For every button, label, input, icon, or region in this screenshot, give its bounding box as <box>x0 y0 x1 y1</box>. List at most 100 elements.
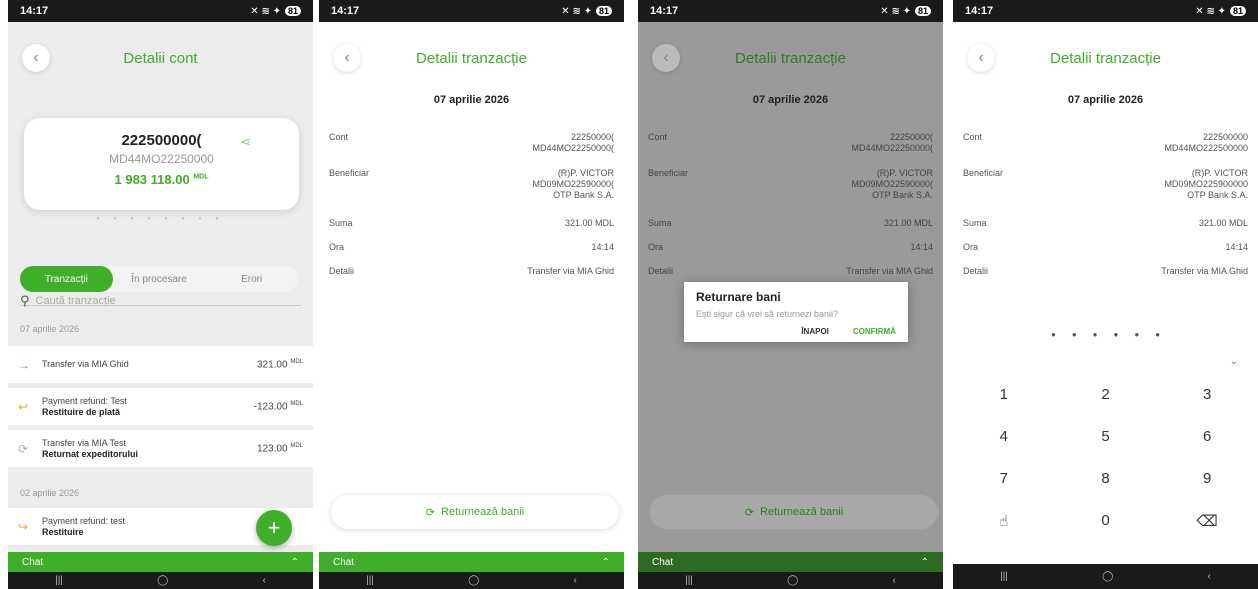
chat-label: Chat <box>333 556 355 568</box>
confirm-dialog: Returnare bani Ești sigur că vrei să ret… <box>684 282 908 342</box>
back-nav-icon[interactable]: ‹ <box>263 575 266 586</box>
page-title: Detalii cont <box>123 49 198 67</box>
screen-return-dialog: 14:17 ✕ ≋ ✦ 81 ‹ Detalii tranzacție 07 ap… <box>638 0 943 589</box>
dialog-title: Returnare bani <box>696 290 781 304</box>
detail-row-amount: Suma 321.00 MDL <box>648 218 933 228</box>
key-3[interactable]: 3 <box>1167 386 1247 403</box>
keypad-row: 4 5 6 <box>953 428 1258 445</box>
share-icon[interactable]: ⋖ <box>240 134 251 150</box>
key-8[interactable]: 8 <box>1065 470 1145 487</box>
status-bar: 14:17 ✕ ≋ ✦ 81 <box>638 0 943 22</box>
header: ‹ Detalii tranzacție <box>319 40 624 76</box>
detail-row-details: Detalii Transfer via MIA Ghid <box>963 266 1248 276</box>
dialog-confirm-button[interactable]: CONFIRMĂ <box>853 327 896 336</box>
tx-title: Payment refund: Test <box>42 395 127 406</box>
key-9[interactable]: 9 <box>1167 470 1247 487</box>
battery-icon: 81 <box>595 6 612 16</box>
recent-apps-icon[interactable]: ||| <box>366 575 374 586</box>
key-0[interactable]: 0 <box>1065 512 1145 530</box>
detail-row-amount: Suma 321.00 MDL <box>329 218 614 228</box>
keypad-row: ☝ 0 ⌫ <box>953 512 1258 530</box>
chat-bar[interactable]: Chat ⌃ <box>319 552 624 572</box>
header: ‹ Detalii cont <box>8 40 313 76</box>
backspace-icon[interactable]: ⌫ <box>1167 512 1247 530</box>
detail-row-account: Cont 22250000(MD44MO22250000( <box>329 132 614 153</box>
key-7[interactable]: 7 <box>964 470 1044 487</box>
key-5[interactable]: 5 <box>1065 428 1145 445</box>
tx-subtitle: Restituire <box>42 526 84 537</box>
chevron-up-icon: ⌃ <box>920 556 929 568</box>
chat-bar[interactable]: Chat ⌃ <box>638 552 943 572</box>
page-title: Detalii tranzacție <box>735 49 846 67</box>
keypad-row: 1 2 3 <box>953 386 1258 403</box>
search-bar[interactable]: ⚲ Caută tranzacție <box>20 278 301 308</box>
recent-apps-icon[interactable]: ||| <box>55 575 63 586</box>
recent-apps-icon[interactable]: ||| <box>685 575 693 586</box>
battery-icon: 81 <box>284 6 301 16</box>
transaction-row[interactable]: ⟳ Transfer via MIA Test Returnat expedito… <box>8 430 313 468</box>
header: ‹ Detalii tranzacție <box>638 40 943 76</box>
key-2[interactable]: 2 <box>1065 386 1145 403</box>
status-time: 14:17 <box>965 5 994 17</box>
status-bar: 14:17 ✕ ≋ ✦ 81 <box>319 0 624 22</box>
screen-account-details: 14:17 ✕ ≋ ✦ 81 ‹ Detalii cont 222500000( … <box>8 0 313 589</box>
key-6[interactable]: 6 <box>1167 428 1247 445</box>
back-button[interactable]: ‹ <box>333 44 361 72</box>
status-time: 14:17 <box>650 5 679 17</box>
back-nav-icon[interactable]: ‹ <box>1208 571 1211 582</box>
key-4[interactable]: 4 <box>964 428 1044 445</box>
home-icon[interactable]: ◯ <box>157 575 168 586</box>
back-nav-icon[interactable]: ‹ <box>893 575 896 586</box>
detail-row-amount: Suma 321.00 MDL <box>963 218 1248 228</box>
header: ‹ Detalii tranzacție <box>953 40 1258 76</box>
status-bar: 14:17 ✕ ≋ ✦ 81 <box>8 0 313 22</box>
search-icon: ⚲ <box>20 292 30 308</box>
transaction-row[interactable]: ↩ Payment refund: Test Restituire de plat… <box>8 388 313 426</box>
search-input[interactable]: Caută tranzacție <box>36 295 116 307</box>
tx-subtitle: Restituire de plată <box>42 406 121 417</box>
battery-icon: 81 <box>914 6 931 16</box>
tx-amount: -123.00 MDL <box>253 400 303 413</box>
refresh-icon: ⟳ <box>425 506 436 519</box>
key-1[interactable]: 1 <box>964 386 1044 403</box>
chevron-down-icon[interactable]: ⌄ <box>1230 356 1238 367</box>
signal-icon: ✕ ≋ ✦ <box>880 5 911 17</box>
transaction-date: 07 aprilie 2026 <box>752 94 829 106</box>
back-button[interactable]: ‹ <box>967 44 995 72</box>
return-money-button[interactable]: ⟳ Returnează banii <box>331 495 619 529</box>
fingerprint-icon[interactable]: ☝ <box>964 512 1044 530</box>
back-button[interactable]: ‹ <box>22 44 50 72</box>
tx-amount: 321.00 MDL <box>256 358 303 371</box>
back-button[interactable]: ‹ <box>652 44 680 72</box>
chevron-up-icon: ⌃ <box>601 556 610 568</box>
detail-row-details: Detalii Transfer via MIA Ghid <box>648 266 933 276</box>
home-icon[interactable]: ◯ <box>1102 571 1113 582</box>
transaction-date: 07 aprilie 2026 <box>433 94 510 106</box>
home-icon[interactable]: ◯ <box>787 575 798 586</box>
refund-icon: ↩ <box>18 399 29 414</box>
detail-row-account: Cont 222500000 MD44MO222500000 <box>963 132 1248 153</box>
home-icon[interactable]: ◯ <box>468 575 479 586</box>
detail-row-account: Cont 22250000(MD44MO22250000( <box>648 132 933 153</box>
add-button[interactable]: + <box>256 510 292 546</box>
chevron-up-icon: ⌃ <box>290 556 299 568</box>
transaction-row[interactable]: → Transfer via MIA Ghid 321.00 MDL <box>8 346 313 384</box>
page-title: Detalii tranzacție <box>1050 49 1161 67</box>
account-card[interactable]: 222500000( MD44MO22250000 1 983 118.00 M… <box>24 118 299 210</box>
arrow-right-icon: → <box>18 357 30 372</box>
refresh-icon: ⟳ <box>18 441 29 456</box>
detail-row-time: Ora 14:14 <box>329 242 614 252</box>
chat-bar[interactable]: Chat ⌃ <box>8 552 313 572</box>
account-number: 222500000( <box>121 132 202 149</box>
detail-row-time: Ora 14:14 <box>648 242 933 252</box>
signal-icon: ✕ ≋ ✦ <box>561 5 592 17</box>
return-money-button[interactable]: ⟳ Returnează banii <box>650 495 938 529</box>
dialog-back-button[interactable]: ÎNAPOI <box>801 327 829 336</box>
recent-apps-icon[interactable]: ||| <box>1000 571 1008 582</box>
status-time: 14:17 <box>331 5 360 17</box>
chat-label: Chat <box>22 556 44 568</box>
back-nav-icon[interactable]: ‹ <box>574 575 577 586</box>
system-nav-bar: ||| ◯ ‹ <box>638 572 943 589</box>
tx-title: Transfer via MIA Ghid <box>42 359 129 369</box>
dialog-question: Ești sigur că vrei să returnezi banii? <box>696 309 839 319</box>
